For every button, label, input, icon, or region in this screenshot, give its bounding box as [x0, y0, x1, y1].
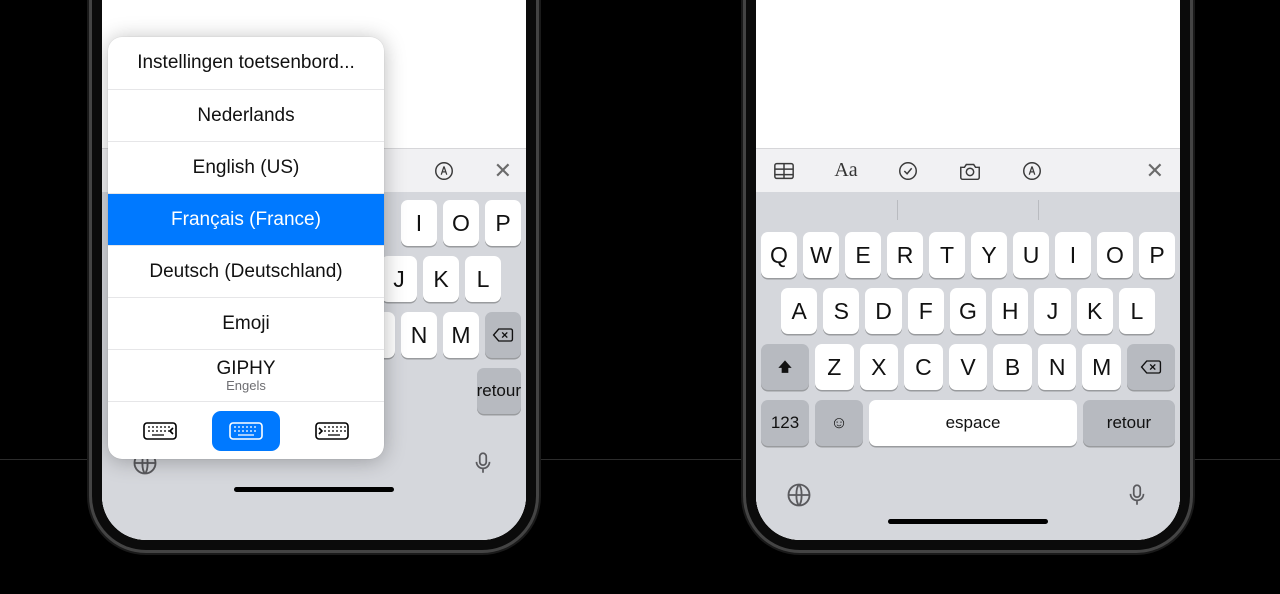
- dismiss-toolbar-icon[interactable]: ✕: [1146, 158, 1164, 184]
- key-o[interactable]: O: [443, 200, 479, 246]
- key-p[interactable]: P: [1139, 232, 1175, 278]
- key-j[interactable]: J: [1034, 288, 1070, 334]
- phone-right: Aa ✕ Q W E: [746, 0, 1190, 550]
- key-e[interactable]: E: [845, 232, 881, 278]
- keyboard-dock: [756, 462, 1180, 532]
- key-i[interactable]: I: [1055, 232, 1091, 278]
- key-t[interactable]: T: [929, 232, 965, 278]
- key-k[interactable]: K: [423, 256, 459, 302]
- keyboard: Q W E R T Y U I O P A S D F G H J K L: [756, 192, 1180, 540]
- backspace-key[interactable]: [485, 312, 521, 358]
- keyboard-row-3: Z X C V B N M: [761, 344, 1175, 390]
- language-item-deutsch[interactable]: Deutsch (Deutschland): [108, 245, 384, 297]
- keyboard-mode-row: [108, 401, 384, 459]
- handwriting-icon[interactable]: [1020, 159, 1044, 183]
- key-r[interactable]: R: [887, 232, 923, 278]
- key-m[interactable]: M: [1082, 344, 1121, 390]
- language-item-english[interactable]: English (US): [108, 141, 384, 193]
- suggestion-slot[interactable]: [1039, 192, 1180, 228]
- language-item-nederlands[interactable]: Nederlands: [108, 89, 384, 141]
- handwriting-icon[interactable]: [432, 159, 456, 183]
- home-indicator: [888, 519, 1048, 524]
- key-a[interactable]: A: [781, 288, 817, 334]
- keyboard-dock-left-icon[interactable]: [126, 411, 194, 451]
- keyboard-language-popup: Instellingen toetsenbord... Nederlands E…: [108, 37, 384, 459]
- key-m[interactable]: M: [443, 312, 479, 358]
- table-icon[interactable]: [772, 159, 796, 183]
- keyboard-dock-center-icon[interactable]: [212, 411, 280, 451]
- home-indicator: [234, 487, 394, 492]
- keyboard-toolbar: Aa ✕: [756, 148, 1180, 192]
- key-f[interactable]: F: [908, 288, 944, 334]
- shift-key[interactable]: [761, 344, 809, 390]
- checkmark-circle-icon[interactable]: [896, 159, 920, 183]
- microphone-icon[interactable]: [468, 448, 498, 478]
- language-item-francais[interactable]: Français (France): [108, 193, 384, 245]
- keyboard-settings-label: Instellingen toetsenbord...: [137, 52, 355, 74]
- key-q[interactable]: Q: [761, 232, 797, 278]
- key-z[interactable]: Z: [815, 344, 854, 390]
- return-key[interactable]: retour: [477, 368, 521, 414]
- key-o[interactable]: O: [1097, 232, 1133, 278]
- numbers-key[interactable]: 123: [761, 400, 809, 446]
- key-h[interactable]: H: [992, 288, 1028, 334]
- suggestion-slot[interactable]: [756, 192, 897, 228]
- globe-icon[interactable]: [784, 480, 814, 510]
- microphone-icon[interactable]: [1122, 480, 1152, 510]
- key-y[interactable]: Y: [971, 232, 1007, 278]
- key-s[interactable]: S: [823, 288, 859, 334]
- key-x[interactable]: X: [860, 344, 899, 390]
- suggestion-bar: [756, 192, 1180, 228]
- language-item-giphy[interactable]: GIPHY Engels: [108, 349, 384, 401]
- suggestion-slot[interactable]: [898, 192, 1039, 228]
- key-g[interactable]: G: [950, 288, 986, 334]
- key-c[interactable]: C: [904, 344, 943, 390]
- key-j[interactable]: J: [381, 256, 417, 302]
- camera-icon[interactable]: [958, 159, 982, 183]
- key-k[interactable]: K: [1077, 288, 1113, 334]
- key-n[interactable]: N: [401, 312, 437, 358]
- key-n[interactable]: N: [1038, 344, 1077, 390]
- keyboard-settings-item[interactable]: Instellingen toetsenbord...: [108, 37, 384, 89]
- phone-left: ✕ Q W E R T Y U I O P A S D F G H: [92, 0, 536, 550]
- dismiss-toolbar-icon[interactable]: ✕: [494, 158, 512, 184]
- keyboard-row-bottom: 123 ☺ espace retour: [761, 400, 1175, 446]
- key-l[interactable]: L: [1119, 288, 1155, 334]
- keyboard-dock-right-icon[interactable]: [298, 411, 366, 451]
- key-p[interactable]: P: [485, 200, 521, 246]
- key-w[interactable]: W: [803, 232, 839, 278]
- key-i[interactable]: I: [401, 200, 437, 246]
- keyboard-row-1: Q W E R T Y U I O P: [761, 232, 1175, 278]
- key-v[interactable]: V: [949, 344, 988, 390]
- backspace-key[interactable]: [1127, 344, 1175, 390]
- key-b[interactable]: B: [993, 344, 1032, 390]
- key-l[interactable]: L: [465, 256, 501, 302]
- text-format-icon[interactable]: Aa: [834, 159, 858, 183]
- key-d[interactable]: D: [865, 288, 901, 334]
- space-key[interactable]: espace: [869, 400, 1077, 446]
- return-key[interactable]: retour: [1083, 400, 1175, 446]
- emoji-key[interactable]: ☺: [815, 400, 863, 446]
- key-u[interactable]: U: [1013, 232, 1049, 278]
- language-item-emoji[interactable]: Emoji: [108, 297, 384, 349]
- keyboard-row-2: A S D F G H J K L: [761, 288, 1175, 334]
- content-area: [756, 0, 1180, 148]
